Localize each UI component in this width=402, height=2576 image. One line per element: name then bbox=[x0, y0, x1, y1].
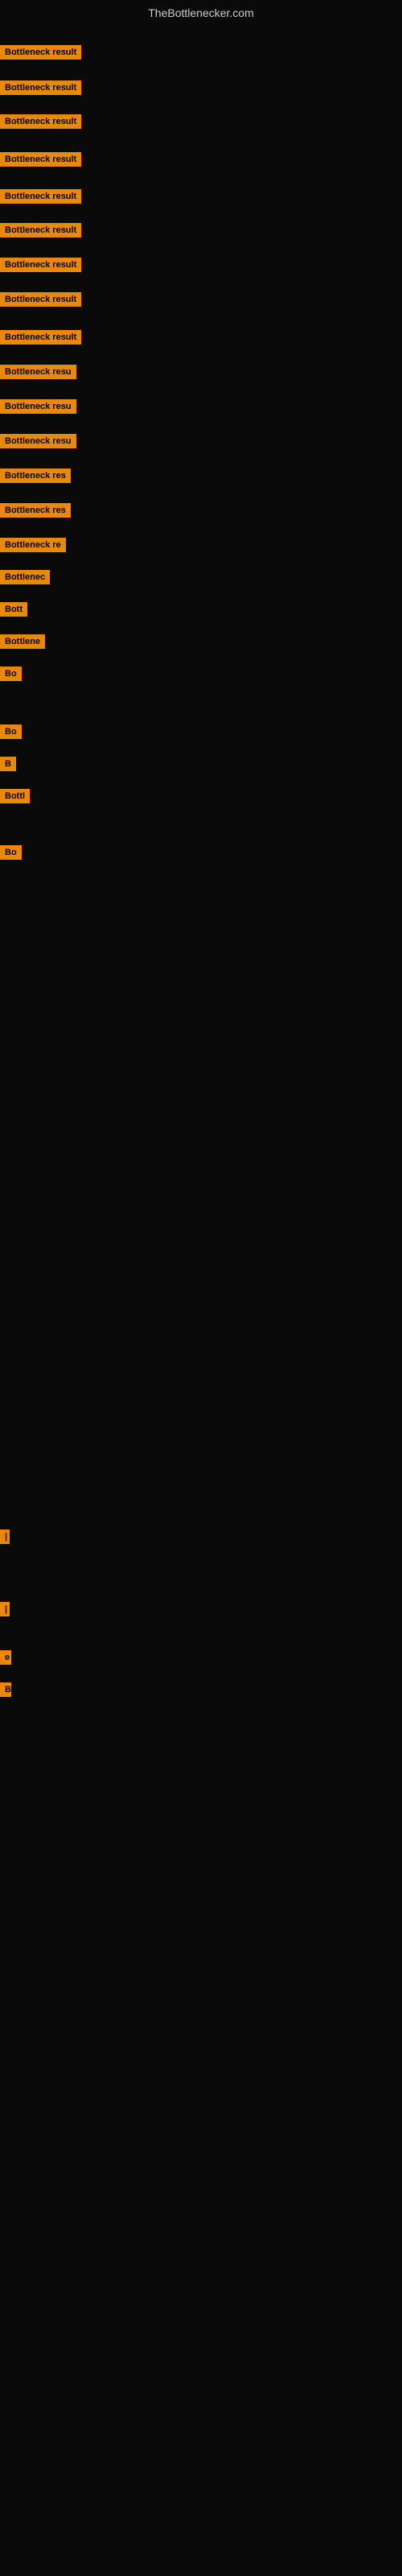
bottleneck-badge-2: Bottleneck result bbox=[0, 114, 81, 129]
bottleneck-badge-5: Bottleneck result bbox=[0, 223, 81, 237]
bottleneck-badge-26: B bbox=[0, 1682, 11, 1697]
bottleneck-result-6: Bottleneck result bbox=[0, 258, 81, 276]
bottleneck-badge-7: Bottleneck result bbox=[0, 292, 81, 307]
bottleneck-badge-14: Bottleneck re bbox=[0, 538, 66, 552]
bottleneck-result-19: Bo bbox=[0, 724, 22, 743]
bottleneck-badge-24: | bbox=[0, 1602, 10, 1616]
bottleneck-result-21: Bottl bbox=[0, 789, 30, 807]
bottleneck-badge-12: Bottleneck res bbox=[0, 469, 71, 483]
bottleneck-result-3: Bottleneck result bbox=[0, 152, 81, 171]
bottleneck-badge-16: Bott bbox=[0, 602, 27, 617]
bottleneck-badge-21: Bottl bbox=[0, 789, 30, 803]
bottleneck-result-1: Bottleneck result bbox=[0, 80, 81, 99]
bottleneck-result-22: Bo bbox=[0, 845, 22, 864]
bottleneck-badge-11: Bottleneck resu bbox=[0, 434, 76, 448]
bottleneck-result-12: Bottleneck res bbox=[0, 469, 71, 487]
bottleneck-badge-0: Bottleneck result bbox=[0, 45, 81, 60]
bottleneck-result-9: Bottleneck resu bbox=[0, 365, 76, 383]
bottleneck-result-8: Bottleneck result bbox=[0, 330, 81, 349]
bottleneck-badge-19: Bo bbox=[0, 724, 22, 739]
bottleneck-result-15: Bottlenec bbox=[0, 570, 50, 588]
bottleneck-badge-25: e bbox=[0, 1650, 11, 1665]
bottleneck-badge-3: Bottleneck result bbox=[0, 152, 81, 167]
bottleneck-badge-15: Bottlenec bbox=[0, 570, 50, 584]
bottleneck-result-17: Bottlene bbox=[0, 634, 45, 653]
site-title: TheBottlenecker.com bbox=[0, 0, 402, 26]
bottleneck-result-4: Bottleneck result bbox=[0, 189, 81, 208]
bottleneck-result-10: Bottleneck resu bbox=[0, 399, 76, 418]
bottleneck-result-20: B bbox=[0, 757, 16, 775]
bottleneck-badge-9: Bottleneck resu bbox=[0, 365, 76, 379]
bottleneck-badge-23: | bbox=[0, 1530, 10, 1544]
bottleneck-result-5: Bottleneck result bbox=[0, 223, 81, 242]
bottleneck-badge-18: Bo bbox=[0, 667, 22, 681]
bottleneck-result-14: Bottleneck re bbox=[0, 538, 66, 556]
bottleneck-badge-10: Bottleneck resu bbox=[0, 399, 76, 414]
bottleneck-badge-20: B bbox=[0, 757, 16, 771]
bottleneck-badge-6: Bottleneck result bbox=[0, 258, 81, 272]
bottleneck-badge-1: Bottleneck result bbox=[0, 80, 81, 95]
bottleneck-result-23: | bbox=[0, 1530, 10, 1548]
bottleneck-result-16: Bott bbox=[0, 602, 27, 621]
bottleneck-result-25: e bbox=[0, 1650, 11, 1669]
bottleneck-badge-13: Bottleneck res bbox=[0, 503, 71, 518]
bottleneck-result-24: | bbox=[0, 1602, 10, 1620]
bottleneck-badge-8: Bottleneck result bbox=[0, 330, 81, 345]
bottleneck-badge-22: Bo bbox=[0, 845, 22, 860]
bottleneck-badge-4: Bottleneck result bbox=[0, 189, 81, 204]
bottleneck-result-26: B bbox=[0, 1682, 11, 1701]
bottleneck-result-18: Bo bbox=[0, 667, 22, 685]
bottleneck-result-7: Bottleneck result bbox=[0, 292, 81, 311]
bottleneck-result-13: Bottleneck res bbox=[0, 503, 71, 522]
bottleneck-badge-17: Bottlene bbox=[0, 634, 45, 649]
bottleneck-result-11: Bottleneck resu bbox=[0, 434, 76, 452]
bottleneck-result-2: Bottleneck result bbox=[0, 114, 81, 133]
bottleneck-result-0: Bottleneck result bbox=[0, 45, 81, 64]
